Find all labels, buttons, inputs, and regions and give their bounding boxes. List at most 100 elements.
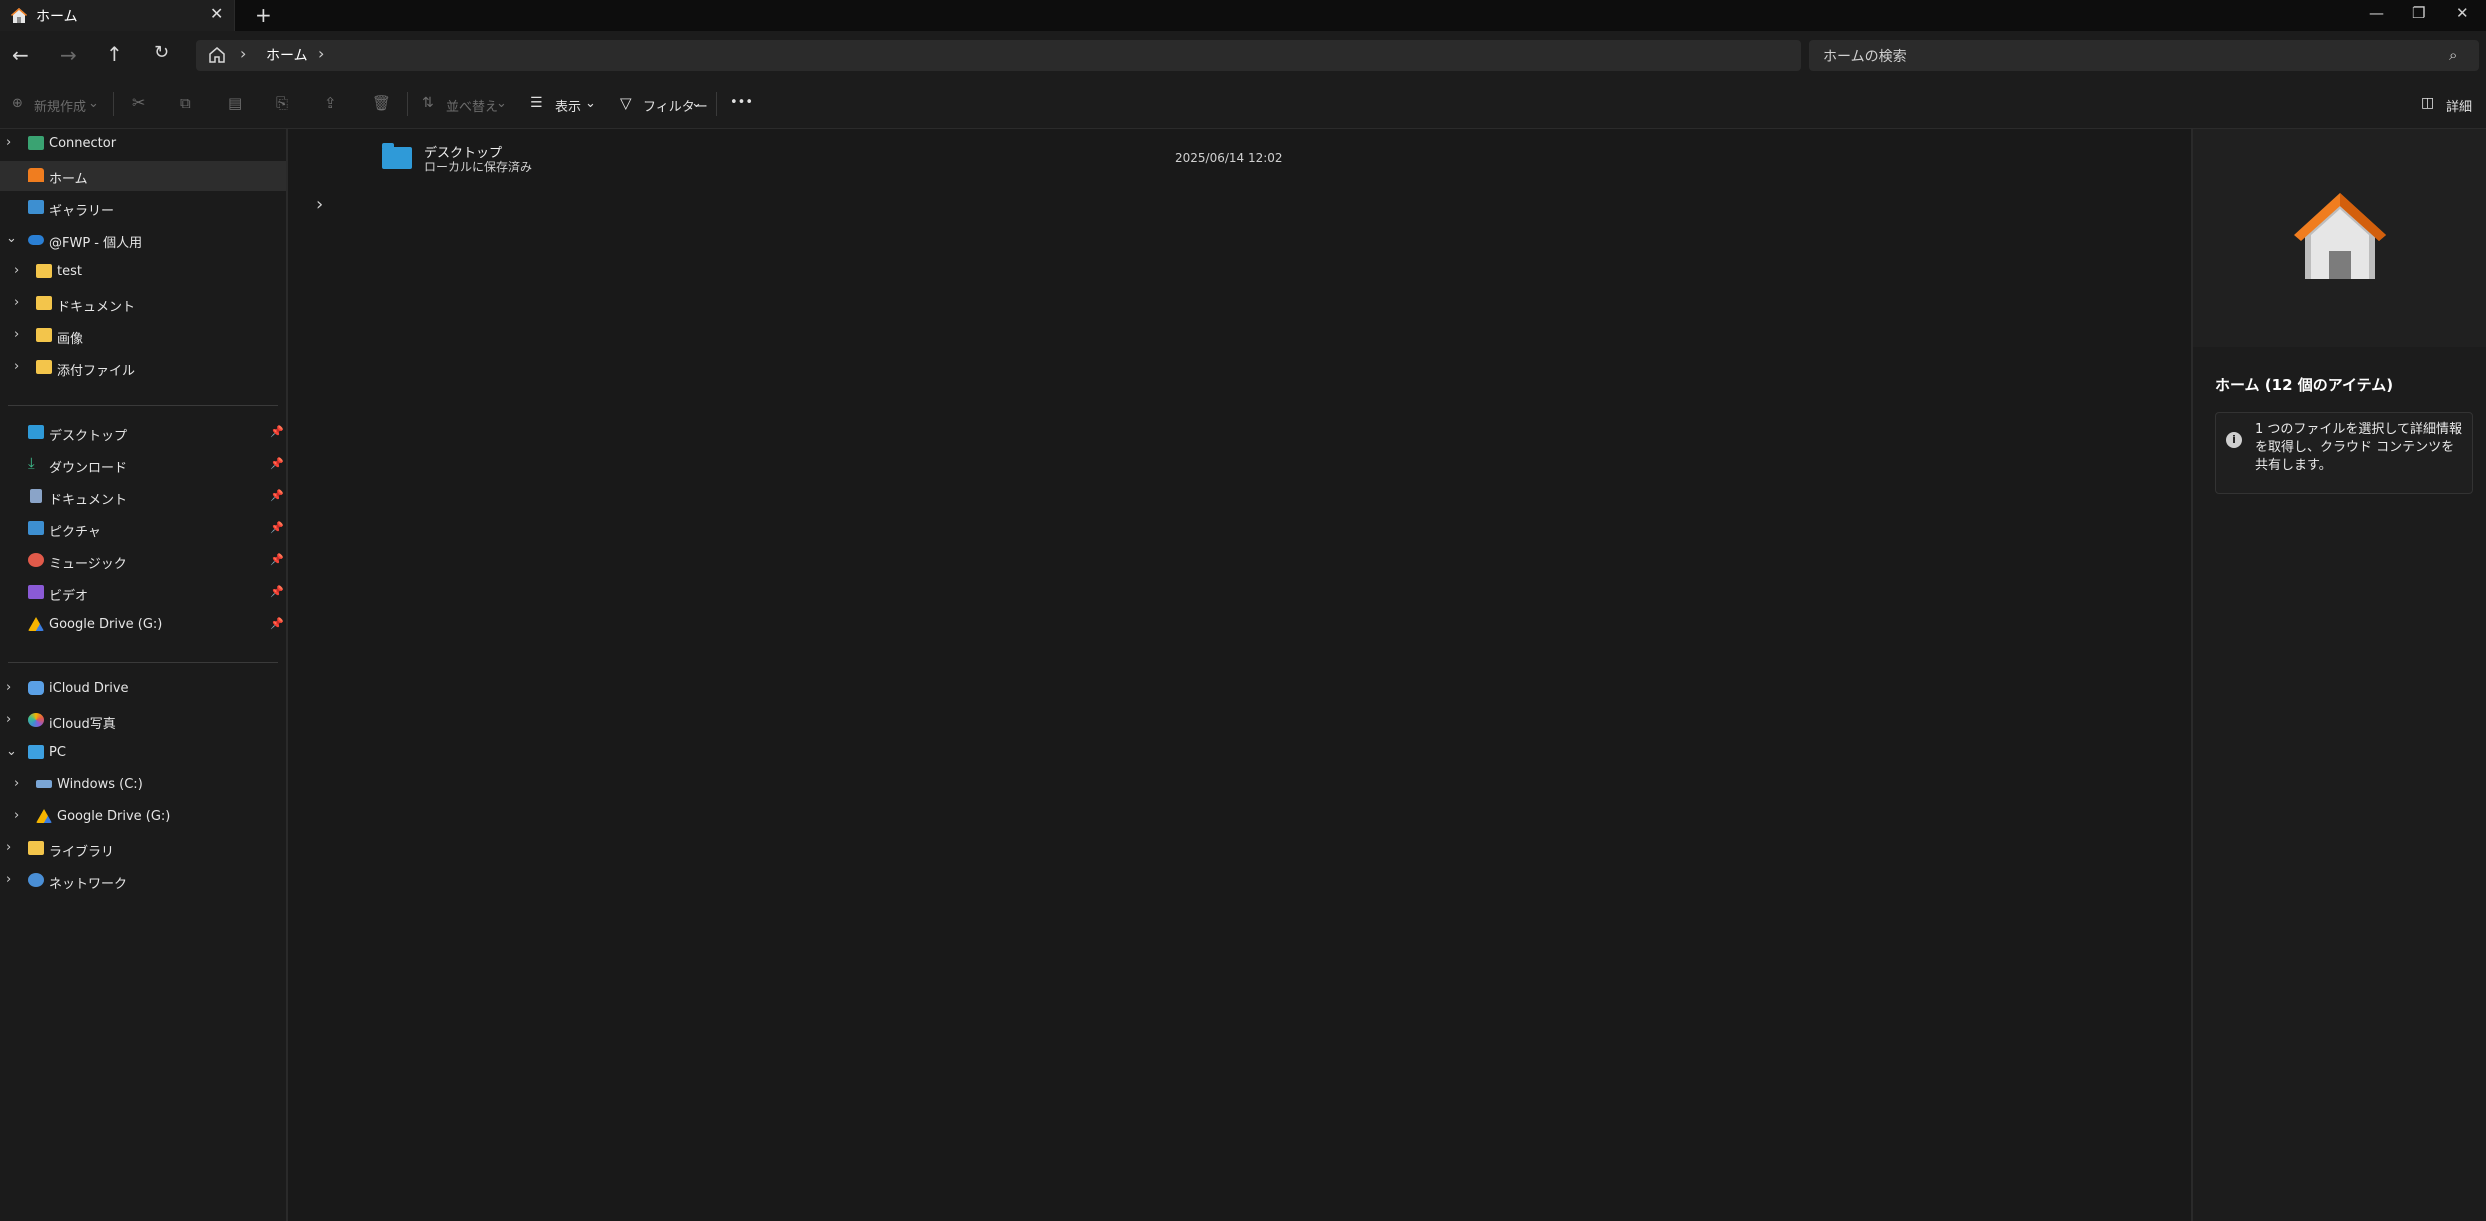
chevron-right-icon[interactable]: › (14, 776, 19, 791)
sort-button[interactable]: 並べ替え (446, 96, 498, 115)
sidebar-item-label: PC (49, 745, 66, 760)
sidebar-item-label: ドキュメント (49, 493, 128, 508)
details-button[interactable]: 詳細 (2446, 96, 2472, 115)
sidebar-item-google-drive[interactable]: › Google Drive (G:) (0, 802, 286, 832)
back-button[interactable]: ← (12, 43, 29, 67)
connector-icon (28, 136, 44, 150)
sidebar-item-connector[interactable]: › Connector (0, 129, 286, 159)
sidebar-item-label: ビデオ (49, 589, 89, 604)
sidebar-item-label: ドキュメント (57, 300, 136, 315)
document-icon (30, 489, 42, 503)
sidebar-item-documents-quick[interactable]: ドキュメント 📌 (0, 482, 286, 512)
pin-icon[interactable]: 📌 (270, 585, 284, 598)
icloud-icon (28, 681, 44, 695)
sidebar-item-label: ダウンロード (49, 461, 128, 476)
sidebar-item-test[interactable]: › test (0, 257, 286, 287)
copy-icon[interactable]: ⧉ (180, 94, 191, 112)
address-bar[interactable]: › ホーム › (196, 40, 1801, 71)
sidebar-item-pc[interactable]: ⌄ PC (0, 738, 286, 768)
chevron-right-icon[interactable]: › (240, 44, 246, 63)
preview-area (2193, 129, 2486, 347)
sidebar-item-label: test (57, 264, 82, 279)
pin-icon[interactable]: 📌 (270, 425, 284, 438)
filter-icon: ▽ (620, 94, 632, 112)
minimize-button[interactable]: — (2369, 4, 2384, 22)
sidebar-item-attachments[interactable]: › 添付ファイル (0, 353, 286, 383)
info-text: 1 つのファイルを選択して詳細情報を取得し、クラウド コンテンツを共有します。 (2255, 422, 2463, 473)
breadcrumb-home[interactable]: ホーム (266, 45, 308, 65)
list-item[interactable]: デスクトップ ローカルに保存済み 2025/06/14 12:02 (290, 135, 1380, 175)
up-button[interactable]: ↑ (106, 42, 123, 66)
search-input[interactable]: ホームの検索 ⌕ (1809, 40, 2479, 71)
home-icon (11, 8, 27, 23)
chevron-right-icon[interactable]: › (6, 135, 11, 150)
sidebar-item-icloud-drive[interactable]: › iCloud Drive (0, 674, 286, 704)
chevron-right-icon[interactable]: › (318, 44, 324, 63)
divider (8, 662, 278, 663)
sidebar-item-desktop[interactable]: デスクトップ 📌 (0, 418, 286, 448)
sidebar-item-home[interactable]: ホーム (0, 161, 286, 191)
delete-icon[interactable]: 🗑 (372, 94, 391, 112)
restore-button[interactable]: ❐ (2412, 4, 2425, 22)
more-options-button[interactable]: ••• (730, 95, 753, 110)
sidebar-item-google-drive-quick[interactable]: Google Drive (G:) 📌 (0, 610, 286, 640)
info-box: i 1 つのファイルを選択して詳細情報を取得し、クラウド コンテンツを共有します… (2215, 412, 2473, 494)
view-button[interactable]: 表示 (555, 96, 581, 115)
pin-icon[interactable]: 📌 (270, 553, 284, 566)
sidebar-item-onedrive[interactable]: ⌄ @FWP - 個人用 (0, 225, 286, 255)
rename-icon[interactable]: ⎘ (276, 94, 288, 112)
cut-icon[interactable]: ✂ (132, 93, 145, 112)
sidebar-item-label: ホーム (49, 172, 88, 187)
pin-icon[interactable]: 📌 (270, 489, 284, 502)
paste-icon[interactable]: ▤ (228, 94, 242, 112)
chevron-right-icon[interactable]: › (14, 295, 19, 310)
home-icon (2294, 193, 2386, 279)
sidebar-item-pictures[interactable]: ピクチャ 📌 (0, 514, 286, 544)
chevron-down-icon[interactable]: ⌄ (6, 744, 17, 759)
sidebar-item-videos[interactable]: ビデオ 📌 (0, 578, 286, 608)
chevron-right-icon[interactable]: › (14, 263, 19, 278)
chevron-right-icon[interactable]: › (316, 194, 323, 215)
sidebar-item-downloads[interactable]: ⤓ ダウンロード 📌 (0, 450, 286, 480)
pin-icon[interactable]: 📌 (270, 457, 284, 470)
sidebar-item-gallery[interactable]: ギャラリー (0, 193, 286, 223)
new-tab-button[interactable]: + (255, 3, 272, 27)
sidebar-item-network[interactable]: › ネットワーク (0, 866, 286, 896)
sidebar-item-windows-c[interactable]: › Windows (C:) (0, 770, 286, 800)
google-drive-icon (36, 809, 52, 823)
chevron-right-icon[interactable]: › (6, 680, 11, 695)
folder-icon (382, 143, 412, 169)
chevron-right-icon[interactable]: › (14, 327, 19, 342)
divider (8, 405, 278, 406)
sidebar-item-library[interactable]: › ライブラリ (0, 834, 286, 864)
new-icon: ⊕ (12, 96, 23, 111)
search-icon[interactable]: ⌕ (2449, 46, 2457, 64)
home-icon[interactable] (208, 46, 226, 64)
divider (113, 92, 114, 116)
details-pane-icon: ◫ (2421, 95, 2435, 111)
google-drive-icon (28, 617, 44, 631)
title-bar (0, 0, 2486, 31)
pin-icon[interactable]: 📌 (270, 521, 284, 534)
home-icon (28, 168, 44, 182)
refresh-button[interactable]: ↻ (154, 42, 169, 63)
chevron-right-icon[interactable]: › (6, 872, 11, 887)
sidebar-item-label: 添付ファイル (57, 364, 136, 379)
chevron-right-icon[interactable]: › (14, 808, 19, 823)
sidebar-item-music[interactable]: ミュージック 📌 (0, 546, 286, 576)
new-button[interactable]: 新規作成 (34, 96, 86, 115)
sidebar-item-label: @FWP - 個人用 (49, 236, 143, 251)
sidebar-item-images[interactable]: › 画像 (0, 321, 286, 351)
sidebar-item-icloud-photos[interactable]: › iCloud写真 (0, 706, 286, 736)
share-icon[interactable]: ⇪ (324, 94, 337, 112)
pin-icon[interactable]: 📌 (270, 617, 284, 630)
sidebar-item-documents[interactable]: › ドキュメント (0, 289, 286, 319)
chevron-right-icon[interactable]: › (6, 840, 11, 855)
chevron-right-icon[interactable]: › (6, 712, 11, 727)
close-tab-icon[interactable]: ✕ (210, 4, 223, 23)
chevron-down-icon[interactable]: ⌄ (6, 231, 17, 246)
tab-home[interactable]: ホーム ✕ (0, 0, 235, 31)
forward-button[interactable]: → (60, 43, 77, 67)
chevron-right-icon[interactable]: › (14, 359, 19, 374)
close-window-button[interactable]: ✕ (2456, 4, 2469, 22)
